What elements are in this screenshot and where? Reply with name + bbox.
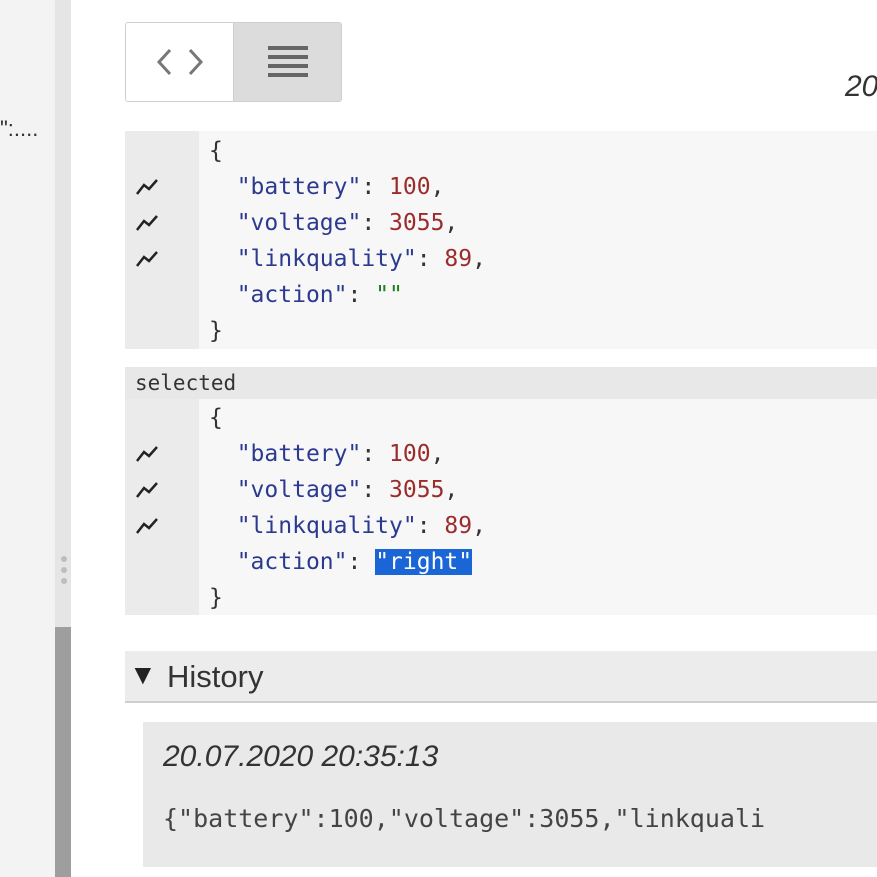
json-key: "action" (236, 282, 348, 308)
json-key: "battery" (236, 174, 362, 200)
history-entry[interactable]: 20.07.2020 20:35:13 {"battery":100,"volt… (143, 722, 877, 867)
json-row: "voltage": 3055, (236, 210, 459, 236)
view-toggle (125, 22, 342, 102)
left-panel: ":.... (0, 0, 55, 877)
history-json: {"battery":100,"voltage":3055,"linkquali (163, 804, 766, 833)
current-payload-panel: { "battery": 100, "voltage": 3055, "link… (125, 131, 877, 349)
json-close-brace: } (209, 318, 223, 344)
sidebar-snippet[interactable]: ":.... (0, 116, 38, 142)
json-row: "action": "right" (236, 549, 473, 575)
selected-label: selected (135, 371, 237, 395)
chart-trend-icon[interactable] (135, 213, 159, 233)
history-timestamp: 20.07.2020 20:35:13 (163, 740, 439, 773)
scrollbar-thumb[interactable] (55, 627, 71, 877)
json-value: 3055 (389, 477, 445, 503)
json-value: 89 (444, 246, 473, 272)
resize-grip-icon[interactable] (60, 556, 68, 588)
json-key: "action" (236, 549, 348, 575)
chart-trend-icon[interactable] (135, 516, 159, 536)
json-value: 3055 (389, 210, 445, 236)
history-header[interactable]: ▼ History (125, 651, 877, 703)
gutter (125, 131, 199, 349)
json-key: "linkquality" (236, 513, 417, 539)
json-key: "linkquality" (236, 246, 417, 272)
json-key: "voltage" (236, 477, 362, 503)
json-row: "battery": 100, (236, 441, 445, 467)
json-value: 100 (389, 174, 431, 200)
json-value: 89 (444, 513, 473, 539)
json-open-brace: { (209, 405, 223, 431)
code-view-button[interactable] (126, 23, 233, 101)
json-key: "voltage" (236, 210, 362, 236)
chart-trend-icon[interactable] (135, 177, 159, 197)
json-row: "action": "" (236, 282, 403, 308)
json-row: "linkquality": 89, (236, 246, 486, 272)
json-key: "battery" (236, 441, 362, 467)
list-view-button[interactable] (233, 23, 341, 101)
corner-timestamp-fragment: 20 (845, 70, 877, 103)
json-row: "voltage": 3055, (236, 477, 459, 503)
json-row: "battery": 100, (236, 174, 445, 200)
json-value: "" (375, 282, 403, 308)
history-title: History (167, 659, 264, 694)
chart-trend-icon[interactable] (135, 444, 159, 464)
selected-payload-panel: selected { "battery": 100, "voltage": 30… (125, 367, 877, 615)
collapse-triangle-icon: ▼ (129, 659, 157, 690)
selected-value[interactable]: "right" (375, 549, 473, 575)
chart-trend-icon[interactable] (135, 249, 159, 269)
list-lines-icon (267, 46, 308, 77)
json-value: 100 (389, 441, 431, 467)
code-brackets-icon (156, 48, 203, 76)
json-open-brace: { (209, 138, 223, 164)
json-row: "linkquality": 89, (236, 513, 486, 539)
json-close-brace: } (209, 585, 223, 611)
chart-trend-icon[interactable] (135, 480, 159, 500)
panel-header: selected (125, 367, 877, 399)
